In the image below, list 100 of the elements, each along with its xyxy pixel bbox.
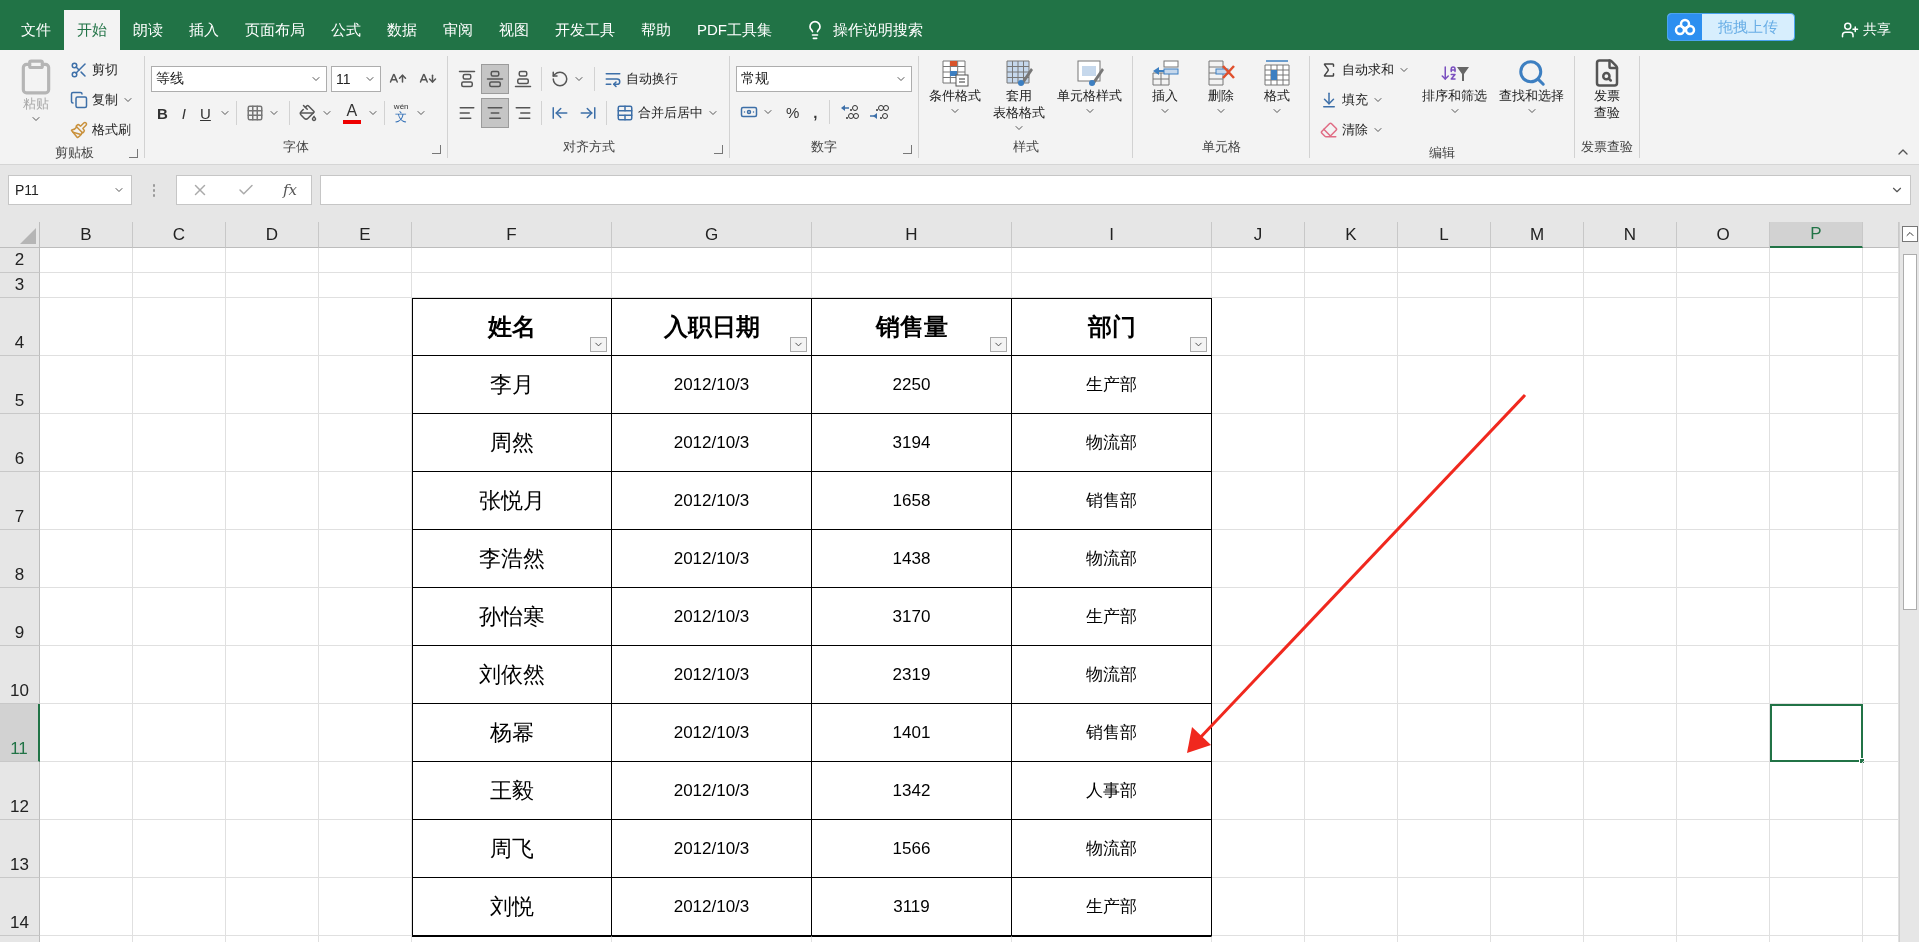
row-header[interactable]: 2 [0,248,40,273]
spreadsheet-cell[interactable] [1677,646,1770,704]
font-style-button[interactable]: B [151,99,174,127]
spreadsheet-cell[interactable] [1305,820,1398,878]
spreadsheet-cell[interactable] [1212,878,1305,936]
column-header[interactable]: H [812,222,1012,248]
spreadsheet-cell[interactable] [133,878,226,936]
spreadsheet-cell[interactable] [1584,298,1677,356]
spreadsheet-cell[interactable] [1398,356,1491,414]
ribbon-tab[interactable]: 公式 [318,10,374,50]
ribbon-button[interactable]: 格式刷 [66,116,138,144]
spreadsheet-cell[interactable] [133,588,226,646]
spreadsheet-cell[interactable] [1770,298,1863,356]
spreadsheet-cell[interactable] [1398,820,1491,878]
spreadsheet-cell[interactable] [612,273,812,298]
column-header[interactable]: C [133,222,226,248]
spreadsheet-cell[interactable] [1012,273,1212,298]
filter-button[interactable] [590,337,607,352]
spreadsheet-cell[interactable] [226,820,319,878]
spreadsheet-cell[interactable] [40,472,133,530]
ribbon-tab[interactable]: 页面布局 [232,10,318,50]
ribbon-tab[interactable]: 文件 [8,10,64,50]
spreadsheet-cell[interactable] [1677,530,1770,588]
spreadsheet-cell[interactable] [133,356,226,414]
spreadsheet-cell[interactable] [1677,414,1770,472]
row-header[interactable]: 7 [0,472,40,530]
spreadsheet-cell[interactable] [133,530,226,588]
align-button[interactable] [482,99,508,127]
spreadsheet-cell[interactable] [1584,414,1677,472]
ribbon-button[interactable]: 套用 表格格式 [989,56,1049,136]
row-header[interactable]: 10 [0,646,40,704]
spreadsheet-cell[interactable] [1398,472,1491,530]
spreadsheet-cell[interactable] [1212,588,1305,646]
spreadsheet-cell[interactable] [319,530,412,588]
font-color-button[interactable]: A [338,99,365,127]
spreadsheet-cell[interactable] [1677,588,1770,646]
filter-button[interactable] [990,337,1007,352]
spreadsheet-cell[interactable] [1770,248,1863,273]
filter-button[interactable] [1190,337,1207,352]
spreadsheet-cell[interactable] [1677,704,1770,762]
spreadsheet-cell[interactable] [1491,298,1584,356]
spreadsheet-cell[interactable] [1584,356,1677,414]
spreadsheet-cell[interactable] [1677,298,1770,356]
row-header[interactable]: 4 [0,298,40,356]
spreadsheet-cell[interactable] [1770,820,1863,878]
vertical-scrollbar[interactable] [1899,222,1919,942]
spreadsheet-cell[interactable] [1677,472,1770,530]
ribbon-button[interactable]: 清除 [1316,116,1414,144]
spreadsheet-cell[interactable] [1584,704,1677,762]
spreadsheet-cell[interactable] [319,273,412,298]
spreadsheet-cell[interactable] [1212,472,1305,530]
spreadsheet-cell[interactable] [1770,878,1863,936]
spreadsheet-cell[interactable] [1398,646,1491,704]
ribbon-button[interactable]: 条件格式 [925,56,985,136]
spreadsheet-cell[interactable] [133,820,226,878]
font-name-field[interactable]: 等线 [151,66,327,92]
spreadsheet-cell[interactable] [412,273,612,298]
spreadsheet-cell[interactable] [1491,273,1584,298]
spreadsheet-cell[interactable] [226,248,319,273]
spreadsheet-cell[interactable] [1398,273,1491,298]
ribbon-tab[interactable]: 朗读 [120,10,176,50]
spreadsheet-cell[interactable] [1305,414,1398,472]
spreadsheet-cell[interactable] [40,878,133,936]
spreadsheet-cell[interactable] [1584,588,1677,646]
spreadsheet-cell[interactable] [319,588,412,646]
spreadsheet-cell[interactable] [1491,530,1584,588]
ribbon-button[interactable]: 复制 [66,86,138,114]
spreadsheet-cell[interactable] [319,298,412,356]
spreadsheet-cell[interactable] [133,273,226,298]
align-button[interactable] [482,65,508,93]
spreadsheet-cell[interactable] [1491,878,1584,936]
row-header[interactable]: 11 [0,704,40,762]
column-header[interactable]: F [412,222,612,248]
spreadsheet-cell[interactable] [1305,356,1398,414]
spreadsheet-cell[interactable] [226,414,319,472]
row-header[interactable]: 5 [0,356,40,414]
spreadsheet-cell[interactable] [1584,273,1677,298]
spreadsheet-cell[interactable] [1212,356,1305,414]
spreadsheet-cell[interactable] [1305,248,1398,273]
dialog-launcher-icon[interactable] [129,149,138,158]
spreadsheet-cell[interactable] [133,248,226,273]
spreadsheet-cell[interactable] [1677,273,1770,298]
column-header[interactable]: O [1677,222,1770,248]
spreadsheet-cell[interactable] [612,248,812,273]
scroll-thumb[interactable] [1902,254,1917,610]
spreadsheet-cell[interactable] [133,472,226,530]
spreadsheet-cell[interactable] [40,298,133,356]
row-header[interactable]: 13 [0,820,40,878]
ribbon-tab[interactable]: PDF工具集 [684,10,785,50]
name-box[interactable]: P11 [8,175,132,205]
number-format-field[interactable]: 常规 [736,66,912,92]
spreadsheet-cell[interactable] [1398,762,1491,820]
selected-cell[interactable] [1770,704,1863,762]
spreadsheet-cell[interactable] [1491,472,1584,530]
spreadsheet-cell[interactable] [1770,588,1863,646]
spreadsheet-cell[interactable] [1584,762,1677,820]
spreadsheet-cell[interactable] [1770,472,1863,530]
column-header[interactable]: P [1770,222,1863,248]
spreadsheet-cell[interactable] [1212,248,1305,273]
spreadsheet-cell[interactable] [1305,646,1398,704]
